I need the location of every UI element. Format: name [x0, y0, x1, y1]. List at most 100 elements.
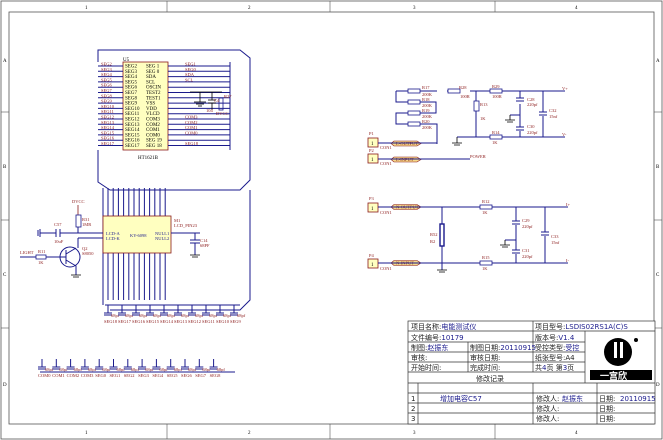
pin-label: SEG11: [125, 112, 140, 117]
net-label: SEG13: [101, 120, 115, 125]
label: DVCC: [72, 199, 85, 204]
net-label: SEG10: [216, 319, 230, 324]
net-label: SEG17: [101, 141, 115, 146]
label: R27: [224, 94, 232, 99]
net-label: SEG7: [195, 373, 207, 378]
label: CON1: [380, 161, 392, 166]
label: 项目型号:: [535, 322, 565, 331]
label: 纸张型号:: [535, 353, 565, 362]
label: CON1: [380, 210, 392, 215]
pin-label: VDD: [146, 107, 157, 112]
label: 4: [575, 431, 578, 436]
net-label: SEG17: [118, 319, 132, 324]
label: D: [656, 383, 660, 388]
pin-label: COM3: [146, 118, 160, 123]
net-label: SEG12: [101, 115, 114, 120]
label: 文件编号:10179: [411, 333, 464, 342]
label: KY-6098: [130, 233, 147, 238]
label: 文件编号:: [411, 333, 441, 342]
label: 赵振东: [562, 394, 583, 403]
pin-label: SEG6: [125, 86, 137, 91]
label: 制图日期:: [470, 343, 500, 352]
label: 220pf: [527, 102, 538, 107]
net-label: SDA: [185, 72, 195, 77]
pin-label: TEST1: [146, 96, 161, 101]
pin-label: SCL: [146, 80, 155, 85]
label: C: [3, 273, 7, 278]
label: 1MR: [82, 222, 91, 227]
net-label: COM0: [185, 130, 198, 135]
label: V-: [562, 132, 567, 137]
pin-label: SEG 18: [146, 144, 162, 149]
label: 104: [206, 108, 214, 113]
label: C: [656, 273, 660, 278]
lcd-module-ky6098[interactable]: LCD-ALCD-K KY-6098 NULL1NULL2 M1LCD_PIN2…: [102, 188, 251, 311]
label: 审核日期:: [470, 353, 500, 362]
net-label: SEG16: [101, 136, 115, 141]
pin-label: SEG 0: [146, 70, 160, 75]
label: A: [656, 59, 660, 64]
pin-label: SEG17: [125, 144, 140, 149]
schematic-mark: [473, 100, 480, 112]
schematic-mark: [439, 223, 445, 247]
schematic-mark: [190, 254, 200, 258]
net-label: SEG5: [101, 77, 113, 82]
schematic-mark: [407, 110, 421, 116]
schematic-mark: [407, 99, 421, 105]
label: 页: [567, 364, 574, 372]
net-label: SEG5: [167, 373, 179, 378]
u5-ht1621b[interactable]: U5 HT1621B SEG2SEG2 SEG 1SEG1SEG3SEG3 SEG …: [97, 49, 251, 191]
net-label: COM3: [81, 373, 94, 378]
schematic-mark: [489, 134, 503, 140]
pin-label: SEG13: [125, 123, 140, 128]
label: 增加电容C57: [440, 394, 482, 403]
label: R17: [422, 85, 430, 90]
net-label: SEG3: [138, 373, 150, 378]
label: R19: [422, 108, 430, 113]
net-label: SEG1: [110, 373, 121, 378]
net-label: SEG6: [181, 373, 193, 378]
label: LCD-K: [106, 236, 120, 241]
schematic-mark: [604, 338, 632, 366]
label: R20: [422, 119, 430, 124]
pin-label: COM1: [146, 128, 160, 133]
pin-label: SEG5: [125, 80, 137, 85]
label: 3: [413, 431, 416, 436]
net-label: SEG14: [160, 319, 174, 324]
label: 页 第: [546, 363, 562, 372]
pin-label: OSCIN: [146, 86, 161, 91]
label: 1: [85, 6, 88, 11]
label: D: [3, 383, 7, 388]
label: 1K: [480, 116, 486, 121]
net-label: SEG8: [101, 93, 113, 98]
label: 1K: [482, 210, 488, 215]
pin-label: SEG10: [125, 107, 140, 112]
label: 修改记录: [476, 374, 504, 383]
title-block: 项目名称:电能测试仪 项目型号:LSDIS02RS1A(C)S 文件编号:101…: [407, 320, 656, 425]
label: P2: [369, 148, 374, 153]
n-channel-circuit: P3P4 11 CON1CON1 N-OUTPUTN-INPUT R121K R…: [367, 196, 570, 273]
schematic-mark: [35, 254, 47, 260]
label: 一宫欣: [600, 370, 628, 382]
pin-label: SEG15: [125, 133, 140, 138]
label: C31: [522, 248, 530, 253]
label: 日期:: [599, 405, 615, 413]
label: 项目名称:电能测试仪: [411, 322, 476, 331]
schematic-mark: [407, 88, 421, 94]
pin-label: SEG 19: [146, 139, 162, 144]
pin-label: SEG16: [125, 139, 140, 144]
label: DVCC: [216, 111, 229, 116]
pin-label: SEG8: [125, 96, 137, 101]
label: B: [3, 165, 7, 170]
pin-label: COM0: [146, 133, 160, 138]
schematic-mark: [479, 260, 493, 266]
label: LIGHT: [20, 250, 34, 255]
pin-label: SDA: [146, 75, 156, 80]
label: R13: [480, 102, 488, 107]
label: P3: [369, 196, 375, 201]
net-label: SEG18: [185, 141, 199, 146]
schematic-mark: [71, 274, 81, 278]
pin-label: SEG2: [125, 65, 137, 70]
label: 修改人:: [536, 404, 559, 413]
label: 200K: [422, 125, 433, 130]
